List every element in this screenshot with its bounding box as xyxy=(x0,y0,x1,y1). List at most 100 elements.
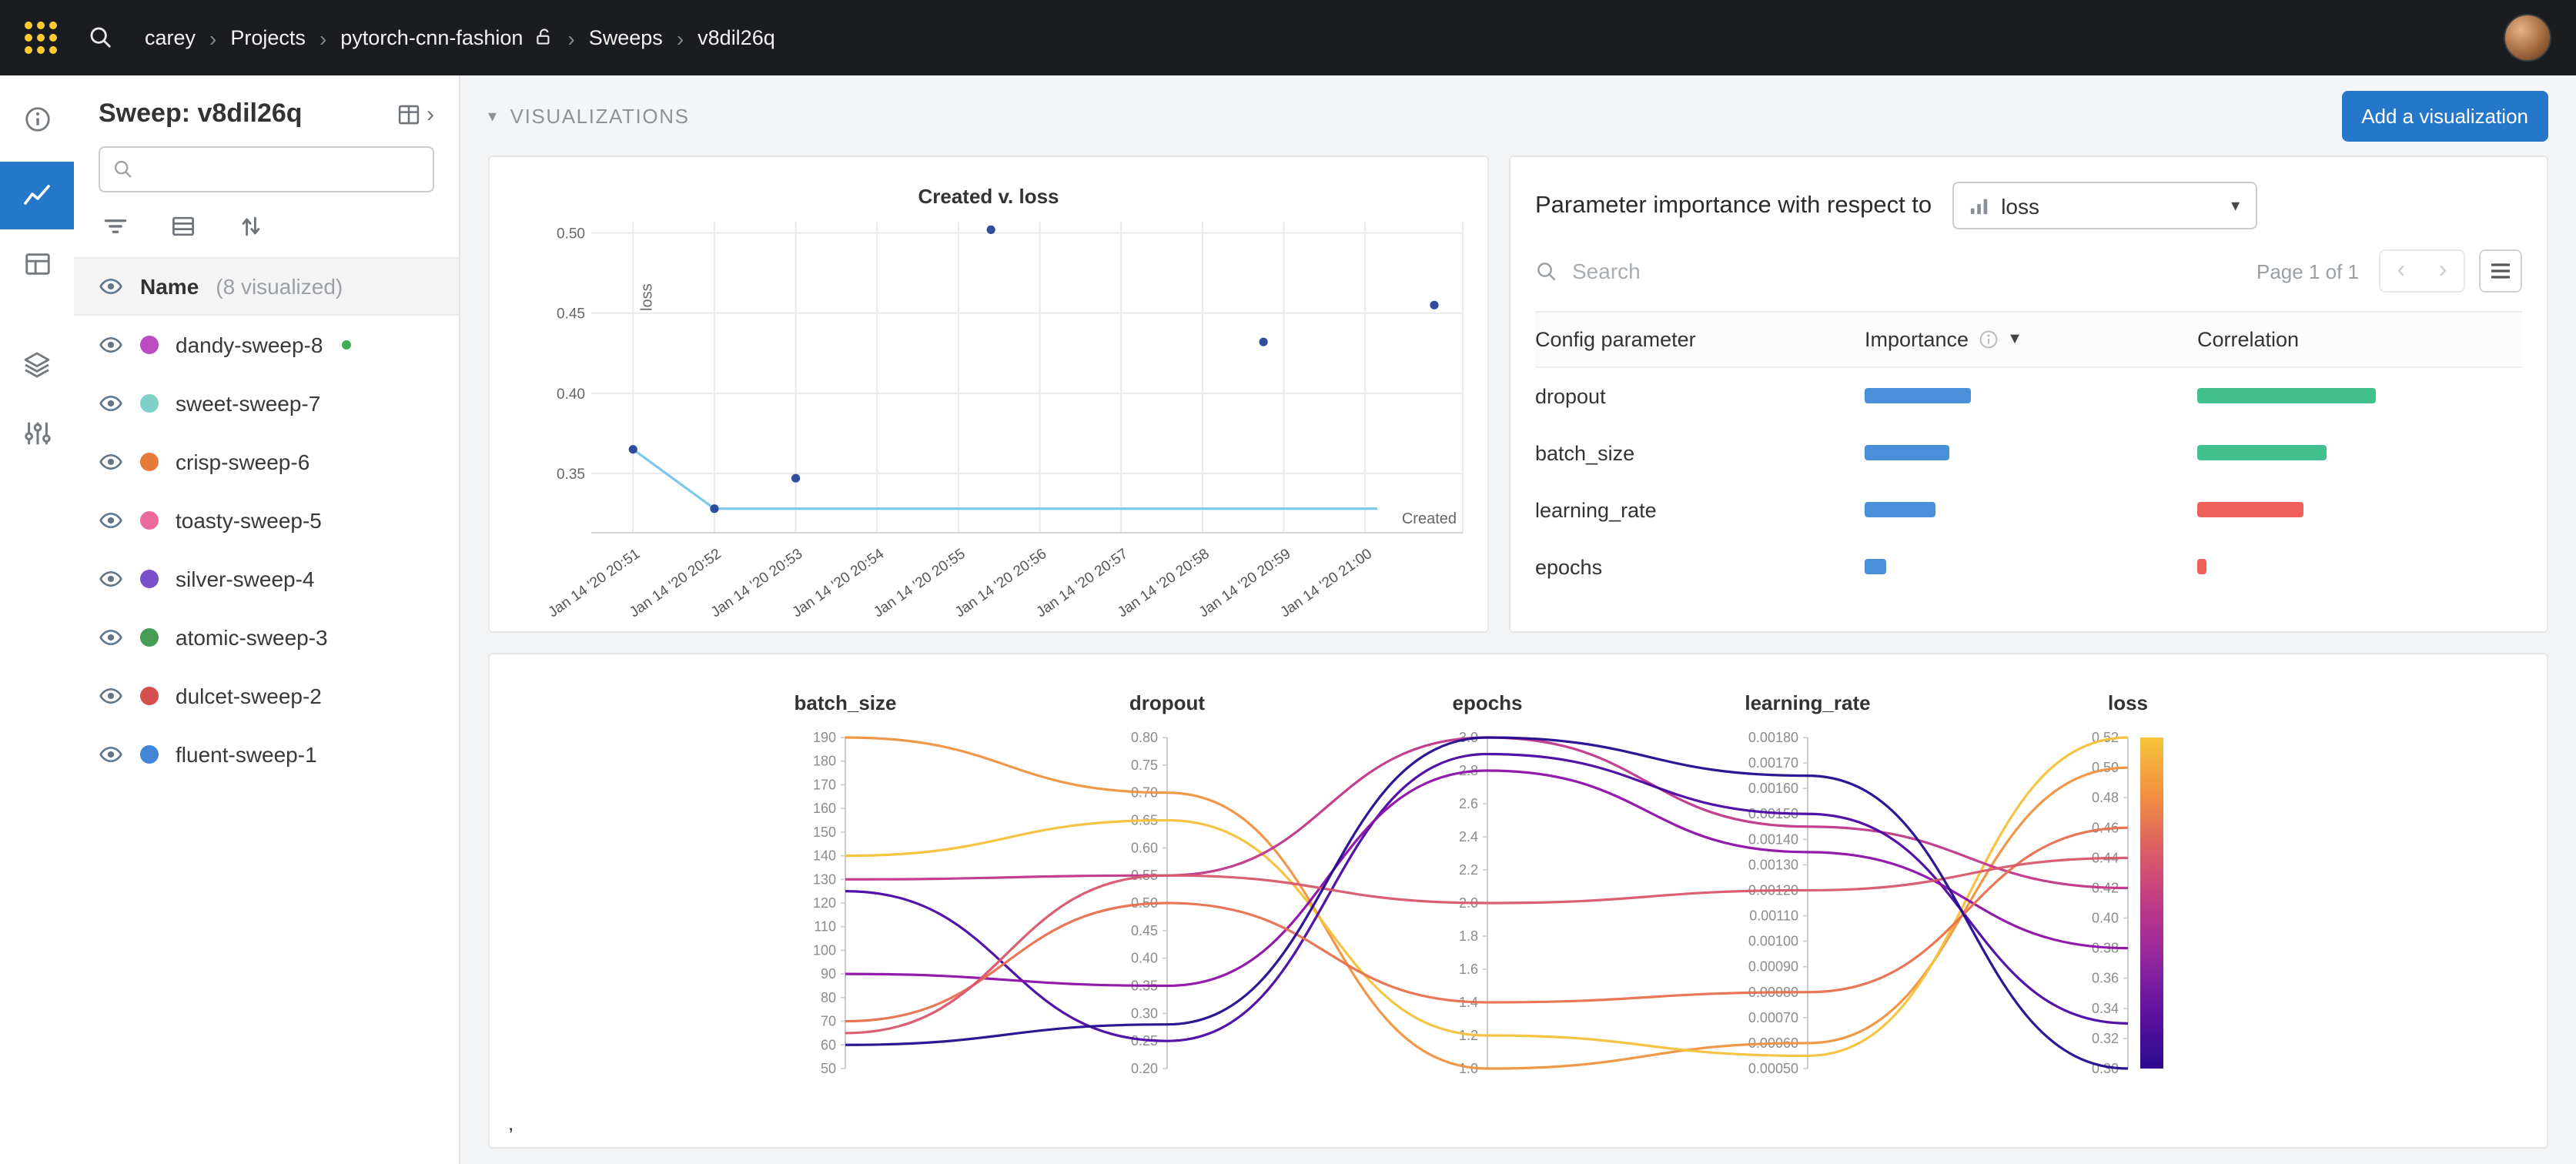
run-name[interactable]: silver-sweep-4 xyxy=(176,567,315,591)
add-visualization-button[interactable]: Add a visualization xyxy=(2341,90,2548,141)
run-name[interactable]: toasty-sweep-5 xyxy=(176,508,322,533)
importance-row[interactable]: learning_rate xyxy=(1535,482,2522,539)
run-row[interactable]: sweet-sweep-7 xyxy=(74,374,459,433)
breadcrumb-projects[interactable]: Projects xyxy=(230,26,306,49)
breadcrumb-sweep-id[interactable]: v8dil26q xyxy=(698,26,775,49)
col-correlation-label: Correlation xyxy=(2197,328,2299,351)
svg-text:90: 90 xyxy=(821,966,836,982)
info-icon[interactable] xyxy=(0,85,74,152)
sidebar-toolbar xyxy=(74,192,459,257)
config-parameter: dropout xyxy=(1535,385,1865,408)
metric-dropdown[interactable]: loss ▾ xyxy=(1952,182,2257,229)
search-icon[interactable] xyxy=(88,25,114,51)
visibility-eye-icon[interactable] xyxy=(99,742,123,767)
importance-row[interactable]: batch_size xyxy=(1535,425,2522,482)
breadcrumb: carey › Projects › pytorch-cnn-fashion ›… xyxy=(145,25,775,50)
run-row[interactable]: crisp-sweep-6 xyxy=(74,433,459,491)
run-name[interactable]: crisp-sweep-6 xyxy=(176,450,309,474)
run-running-indicator xyxy=(341,340,350,350)
run-color-dot xyxy=(140,570,159,588)
col-config-parameter[interactable]: Config parameter xyxy=(1535,328,1865,351)
prev-page-button[interactable]: ‹ xyxy=(2380,251,2422,291)
visibility-eye-icon[interactable] xyxy=(99,391,123,416)
svg-text:2.6: 2.6 xyxy=(1459,796,1478,811)
parallel-coordinates-chart[interactable]: batch_size190180170160150140130120110100… xyxy=(490,654,2547,1147)
run-name[interactable]: dulcet-sweep-2 xyxy=(176,684,322,708)
wandb-logo[interactable] xyxy=(25,22,57,54)
visibility-eye-icon[interactable] xyxy=(99,567,123,591)
run-row[interactable]: dulcet-sweep-2 xyxy=(74,667,459,725)
sort-caret-icon: ▼ xyxy=(2007,331,2022,348)
filter-icon[interactable] xyxy=(102,212,129,240)
col-config-parameter-label: Config parameter xyxy=(1535,328,1696,351)
run-search-input[interactable] xyxy=(145,158,420,181)
importance-table-header: Config parameter Importance ▼ Correlatio… xyxy=(1535,311,2522,368)
parameter-importance-panel[interactable]: Parameter importance with respect to los… xyxy=(1509,156,2548,633)
svg-text:120: 120 xyxy=(813,895,836,911)
breadcrumb-separator-icon: › xyxy=(319,25,326,50)
expand-table-button[interactable]: › xyxy=(396,101,434,127)
run-row[interactable]: toasty-sweep-5 xyxy=(74,491,459,550)
created-vs-loss-chart[interactable]: 0.350.400.450.50Jan 14 '20 20:51Jan 14 '… xyxy=(490,216,1487,628)
visibility-eye-icon[interactable] xyxy=(99,450,123,474)
parallel-coordinates-panel[interactable]: batch_size190180170160150140130120110100… xyxy=(488,653,2548,1149)
run-name[interactable]: fluent-sweep-1 xyxy=(176,742,317,767)
svg-text:0.35: 0.35 xyxy=(557,467,585,483)
logo-dot xyxy=(49,46,57,54)
logo-dot xyxy=(49,34,57,42)
run-name[interactable]: atomic-sweep-3 xyxy=(176,625,328,650)
svg-text:50: 50 xyxy=(821,1061,836,1076)
breadcrumb-user[interactable]: carey xyxy=(145,26,196,49)
table-tab-icon[interactable] xyxy=(0,229,74,297)
breadcrumb-sweeps[interactable]: Sweeps xyxy=(589,26,663,49)
svg-text:epochs: epochs xyxy=(1452,691,1522,714)
user-avatar[interactable] xyxy=(2504,14,2551,62)
svg-text:loss: loss xyxy=(2108,691,2148,714)
run-name[interactable]: dandy-sweep-8 xyxy=(176,333,323,357)
svg-text:110: 110 xyxy=(814,919,836,935)
run-list-header-count: (8 visualized) xyxy=(216,274,343,299)
visibility-eye-icon[interactable] xyxy=(99,508,123,533)
parameter-search-input[interactable] xyxy=(1572,259,2243,283)
toggle-all-eye-icon[interactable] xyxy=(99,274,123,299)
group-icon[interactable] xyxy=(169,212,197,240)
svg-text:0.00110: 0.00110 xyxy=(1749,908,1798,924)
visibility-eye-icon[interactable] xyxy=(99,684,123,708)
visualizations-section-toggle[interactable]: ▾ VISUALIZATIONS xyxy=(488,104,690,127)
run-list: dandy-sweep-8 sweet-sweep-7 crisp-sweep-… xyxy=(74,316,459,784)
config-parameter: batch_size xyxy=(1535,442,1865,465)
sort-icon[interactable] xyxy=(237,212,265,240)
run-color-dot xyxy=(140,628,159,647)
created-vs-loss-panel[interactable]: Created v. loss 0.350.400.450.50Jan 14 '… xyxy=(488,156,1489,633)
svg-text:80: 80 xyxy=(821,990,836,1005)
run-row[interactable]: silver-sweep-4 xyxy=(74,550,459,608)
svg-text:0.00100: 0.00100 xyxy=(1748,934,1798,949)
run-row[interactable]: fluent-sweep-1 xyxy=(74,725,459,784)
top-navbar: carey › Projects › pytorch-cnn-fashion ›… xyxy=(0,0,2576,75)
run-row[interactable]: dandy-sweep-8 xyxy=(74,316,459,374)
visibility-eye-icon[interactable] xyxy=(99,333,123,357)
svg-text:0.75: 0.75 xyxy=(1131,758,1158,773)
run-name[interactable]: sweet-sweep-7 xyxy=(176,391,320,416)
svg-text:2.4: 2.4 xyxy=(1459,829,1478,845)
layers-icon[interactable] xyxy=(0,331,74,399)
sliders-icon[interactable] xyxy=(0,399,74,467)
svg-text:70: 70 xyxy=(821,1014,836,1029)
info-icon[interactable] xyxy=(1978,329,1998,350)
run-search-box[interactable] xyxy=(99,146,434,192)
col-correlation[interactable]: Correlation xyxy=(2197,328,2522,351)
next-page-button[interactable]: › xyxy=(2422,251,2464,291)
svg-text:0.45: 0.45 xyxy=(557,306,585,323)
col-importance[interactable]: Importance ▼ xyxy=(1865,328,2197,351)
importance-row[interactable]: dropout xyxy=(1535,368,2522,425)
charts-tab-icon[interactable] xyxy=(0,162,74,229)
chart-title: Created v. loss xyxy=(490,157,1487,216)
run-row[interactable]: atomic-sweep-3 xyxy=(74,608,459,667)
table-menu-button[interactable] xyxy=(2479,249,2522,293)
importance-row[interactable]: epochs xyxy=(1535,539,2522,596)
svg-text:1.6: 1.6 xyxy=(1459,962,1478,977)
unlocked-icon xyxy=(534,28,554,48)
visibility-eye-icon[interactable] xyxy=(99,625,123,650)
breadcrumb-project[interactable]: pytorch-cnn-fashion xyxy=(340,26,523,49)
svg-text:0.50: 0.50 xyxy=(557,226,585,242)
